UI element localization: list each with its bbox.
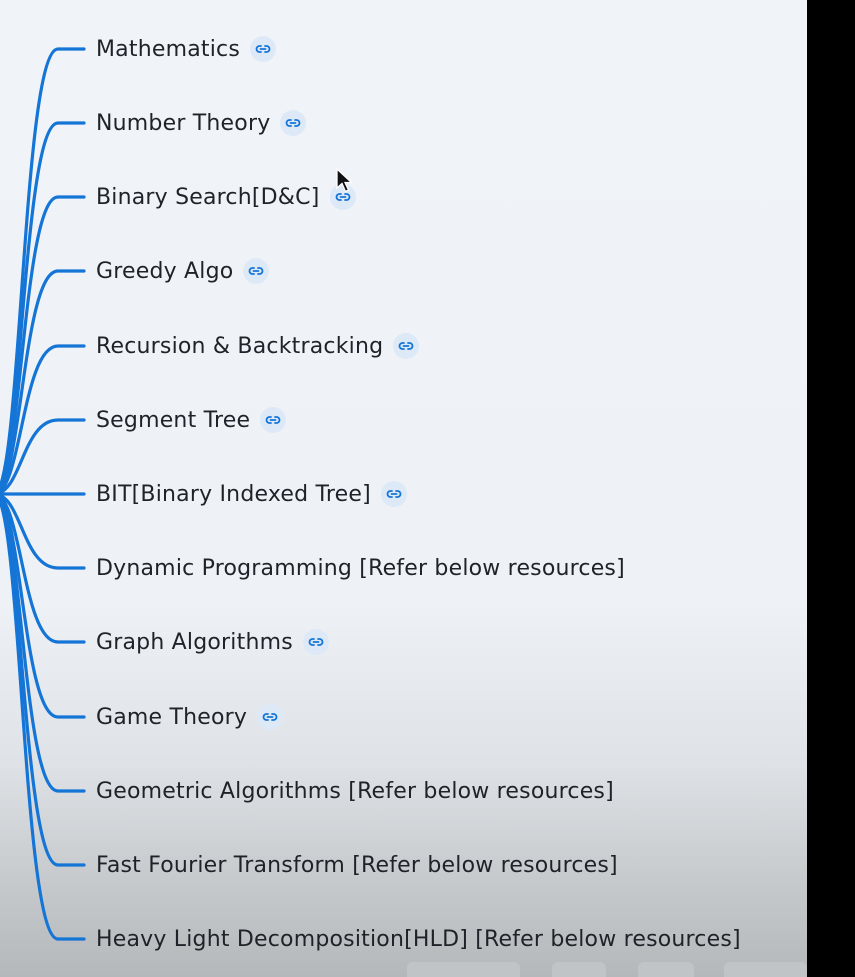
node-geometric-algorithms[interactable]: Geometric Algorithms [Refer below resour… xyxy=(96,774,614,808)
node-label: Graph Algorithms xyxy=(96,629,293,655)
node-label: Heavy Light Decomposition[HLD] [Refer be… xyxy=(96,926,741,952)
node-label: Recursion & Backtracking xyxy=(96,333,384,359)
mindmap-canvas: Mathematics Number Theory Binary Search[… xyxy=(0,0,807,977)
chain-link-icon[interactable] xyxy=(243,258,270,284)
toolbar-fragment xyxy=(407,962,520,977)
node-label: Greedy Algo xyxy=(96,258,234,284)
node-label: Game Theory xyxy=(96,704,248,730)
node-game-theory[interactable]: Game Theory xyxy=(96,700,284,734)
node-label: Segment Tree xyxy=(96,407,251,433)
node-recursion-backtracking[interactable]: Recursion & Backtracking xyxy=(96,329,420,363)
chain-link-icon[interactable] xyxy=(280,110,307,136)
toolbar-fragment xyxy=(552,962,606,977)
window-edge xyxy=(807,0,855,977)
node-binary-search[interactable]: Binary Search[D&C] xyxy=(96,180,356,214)
toolbar-fragment xyxy=(724,962,807,977)
node-graph-algorithms[interactable]: Graph Algorithms xyxy=(96,625,329,659)
node-label: Fast Fourier Transform [Refer below reso… xyxy=(96,852,618,878)
chain-link-icon[interactable] xyxy=(257,704,284,730)
chain-link-icon[interactable] xyxy=(249,36,276,62)
node-label: Dynamic Programming [Refer below resourc… xyxy=(96,555,625,581)
node-label: Geometric Algorithms [Refer below resour… xyxy=(96,778,614,804)
chain-link-icon[interactable] xyxy=(380,481,407,507)
toolbar-fragment xyxy=(638,962,694,977)
node-dynamic-programming[interactable]: Dynamic Programming [Refer below resourc… xyxy=(96,551,625,585)
node-greedy-algo[interactable]: Greedy Algo xyxy=(96,254,270,288)
node-bit[interactable]: BIT[Binary Indexed Tree] xyxy=(96,477,407,511)
mouse-pointer-icon xyxy=(336,168,354,193)
node-number-theory[interactable]: Number Theory xyxy=(96,106,307,140)
node-heavy-light-decomposition[interactable]: Heavy Light Decomposition[HLD] [Refer be… xyxy=(96,922,741,956)
node-segment-tree[interactable]: Segment Tree xyxy=(96,403,287,437)
node-mathematics[interactable]: Mathematics xyxy=(96,32,276,66)
chain-link-icon[interactable] xyxy=(302,629,329,655)
chain-link-icon[interactable] xyxy=(260,407,287,433)
node-label: BIT[Binary Indexed Tree] xyxy=(96,481,371,507)
chain-link-icon[interactable] xyxy=(393,333,420,359)
node-label: Binary Search[D&C] xyxy=(96,184,320,210)
node-fast-fourier-transform[interactable]: Fast Fourier Transform [Refer below reso… xyxy=(96,848,618,882)
node-label: Number Theory xyxy=(96,110,271,136)
node-label: Mathematics xyxy=(96,36,240,62)
